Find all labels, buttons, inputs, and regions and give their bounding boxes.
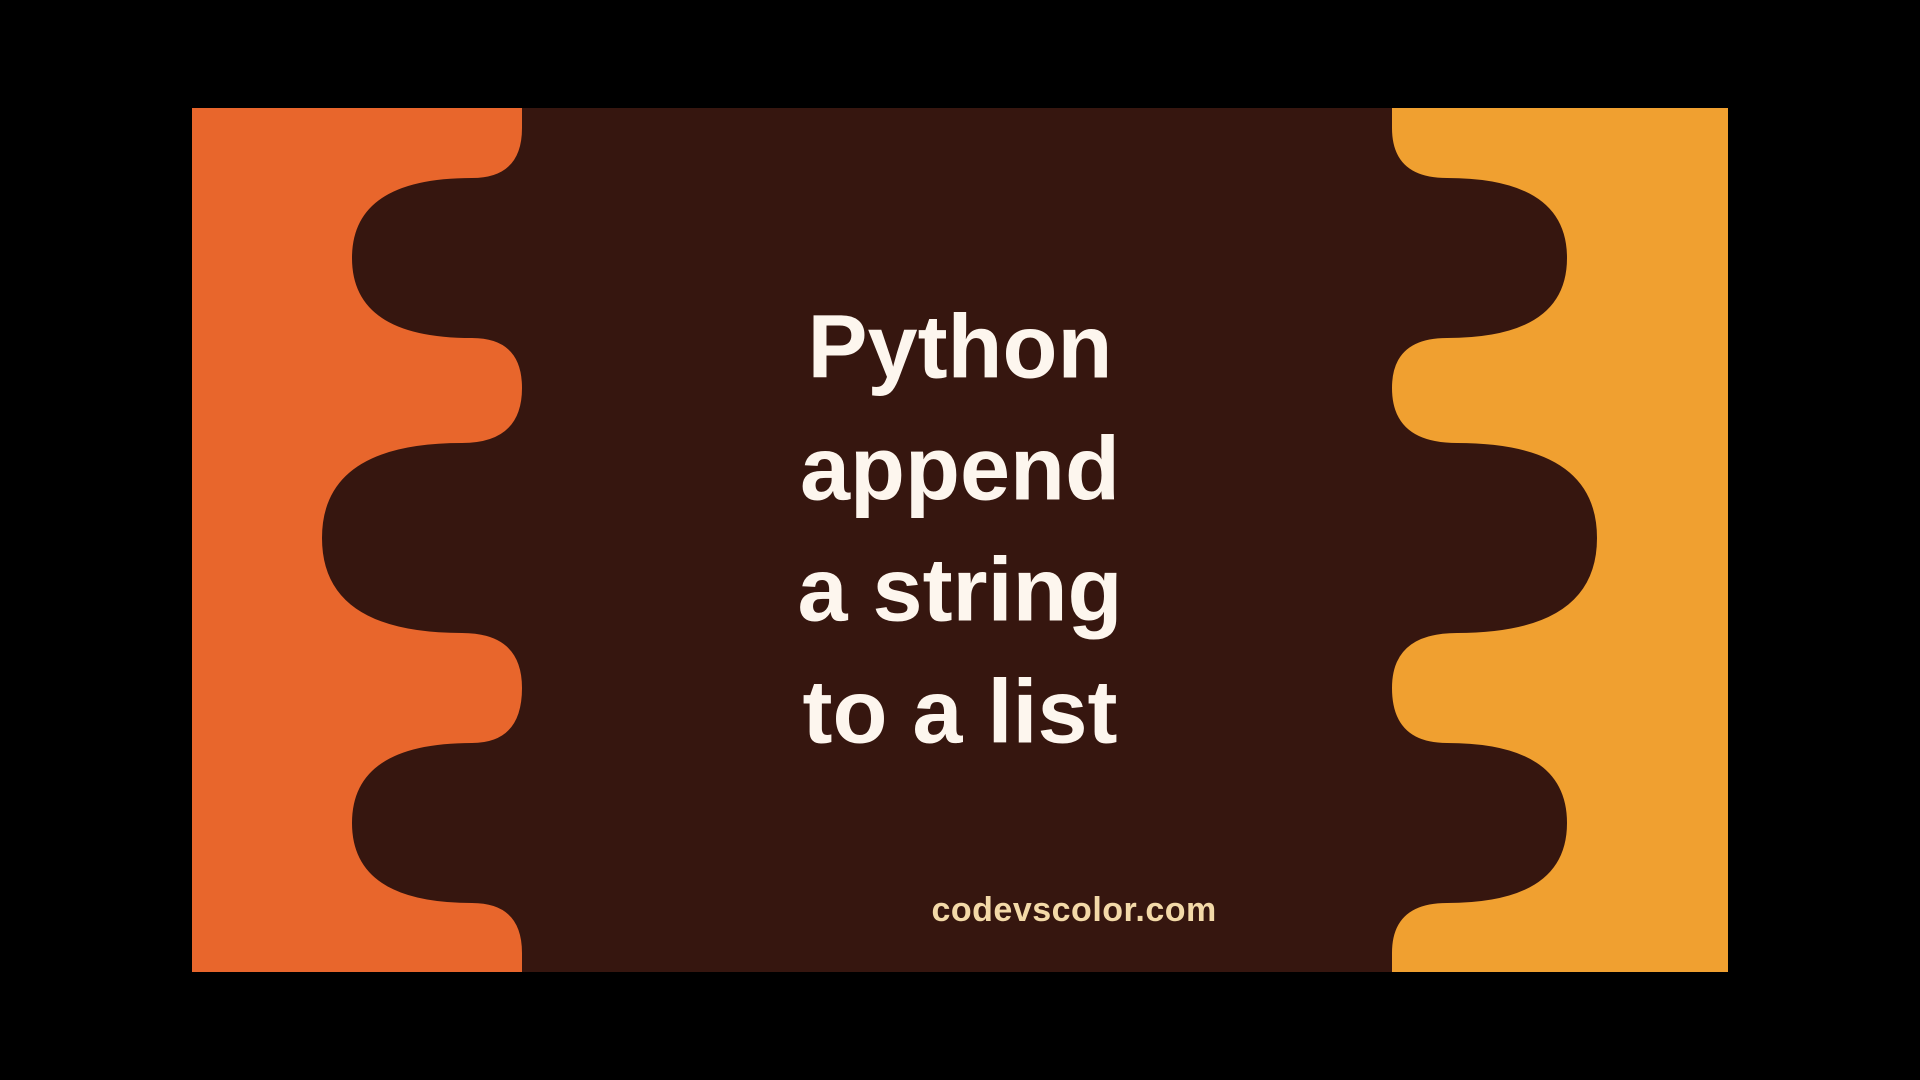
footer-credit: codevscolor.com	[931, 891, 1216, 930]
main-title: Python append a string to a list	[797, 287, 1122, 773]
banner-graphic: Python append a string to a list codevsc…	[192, 108, 1728, 972]
